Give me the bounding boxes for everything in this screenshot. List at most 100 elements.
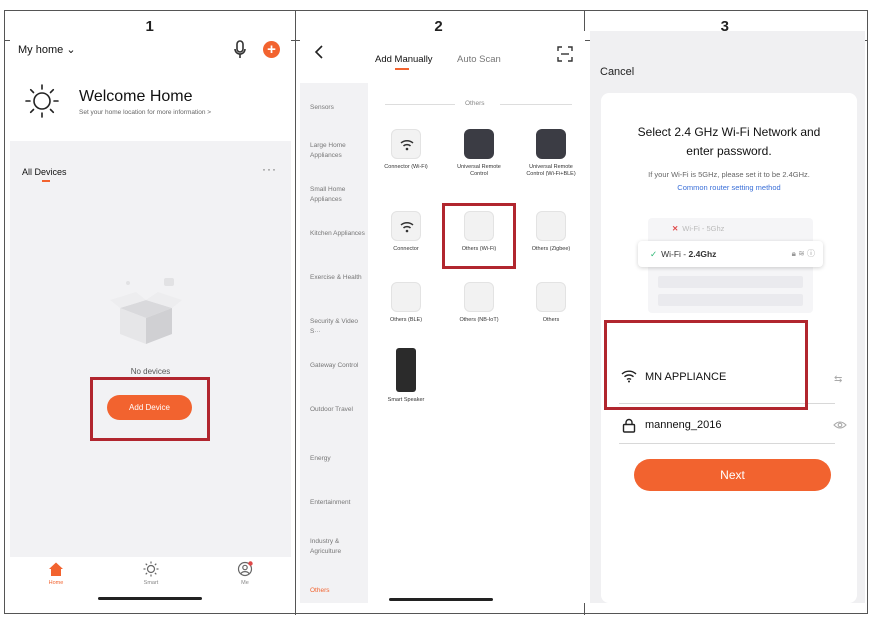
device-others[interactable]: Others xyxy=(521,282,581,324)
device-connector[interactable]: Connector xyxy=(376,211,436,253)
network-24g: ✓ Wi-Fi - 2.4Ghz xyxy=(650,249,716,260)
device-label: Others (NB-IoT) xyxy=(459,317,499,323)
device-label: Others xyxy=(542,317,560,323)
sidebar-item-others[interactable]: Others xyxy=(310,586,366,596)
device-others-nb-iot[interactable]: Others (NB-IoT) xyxy=(449,282,509,324)
sidebar-item-entertainment[interactable]: Entertainment xyxy=(310,498,366,508)
cross-icon: ✕ xyxy=(672,224,679,233)
sun-icon xyxy=(143,561,159,577)
home-indicator xyxy=(98,597,202,600)
device-tile-icon xyxy=(464,282,494,312)
network-5g: ✕ Wi-Fi - 5Ghz xyxy=(672,224,724,233)
frequency-note: If your Wi-Fi is 5GHz, please set it to … xyxy=(648,170,810,179)
wifi-icon xyxy=(391,129,421,159)
tab-label: Me xyxy=(241,580,249,586)
switch-network-icon[interactable]: ⇆ xyxy=(834,374,842,385)
device-tile-icon xyxy=(536,211,566,241)
sidebar-item-security-video[interactable]: Security & Video S··· xyxy=(310,317,366,337)
welcome-title: Welcome Home xyxy=(79,88,193,105)
device-universal-remote-wifi-ble[interactable]: Universal Remote Control (Wi-Fi+BLE) xyxy=(521,129,581,178)
divider xyxy=(385,104,455,105)
remote-icon xyxy=(464,129,494,159)
screen-home: My home ⌄ + Welcome Home Set your home l… xyxy=(10,31,291,603)
sidebar-item-kitchen-appliances[interactable]: Kitchen Appliances xyxy=(310,229,366,239)
network-24g-prefix: Wi-Fi - xyxy=(661,249,689,259)
add-icon[interactable]: + xyxy=(263,41,280,58)
highlight-box xyxy=(604,320,808,410)
speaker-icon xyxy=(396,348,416,392)
remote-icon xyxy=(536,129,566,159)
category-header: Others xyxy=(465,100,485,107)
highlight-box xyxy=(442,203,516,269)
active-tab-indicator xyxy=(42,180,50,182)
router-setting-link[interactable]: Common router setting method xyxy=(601,183,857,192)
device-tile-icon xyxy=(391,282,421,312)
tab-add-manually[interactable]: Add Manually xyxy=(375,54,433,65)
page-title: Select 2.4 GHz Wi-Fi Network and enter p… xyxy=(637,125,821,158)
wifi-band-illustration: ✕ Wi-Fi - 5Ghz ✓ Wi-Fi - 2.4Ghz 🔒︎ ≋ ⓘ xyxy=(638,218,823,313)
welcome-banner: Welcome Home Set your home location for … xyxy=(10,71,291,141)
device-label: Others (Zigbee) xyxy=(531,246,571,252)
next-button[interactable]: Next xyxy=(634,459,831,491)
device-universal-remote[interactable]: Universal Remote Control xyxy=(449,129,509,178)
password-field[interactable]: manneng_2016 xyxy=(645,419,721,431)
check-icon: ✓ xyxy=(650,249,658,259)
divider xyxy=(500,104,572,105)
microphone-icon[interactable] xyxy=(232,39,248,61)
eye-icon[interactable] xyxy=(833,420,847,430)
sidebar-item-industry-agriculture[interactable]: Industry & Agriculture xyxy=(310,537,366,557)
empty-box-illustration xyxy=(110,278,182,344)
sidebar-item-energy[interactable]: Energy xyxy=(310,454,366,464)
network-24g-card: ✓ Wi-Fi - 2.4Ghz 🔒︎ ≋ ⓘ xyxy=(638,241,823,267)
active-tab-indicator xyxy=(395,68,409,70)
device-others-zigbee[interactable]: Others (Zigbee) xyxy=(521,211,581,253)
ghost-row xyxy=(658,294,803,306)
tab-auto-scan[interactable]: Auto Scan xyxy=(457,54,501,65)
chevron-down-icon: ⌄ xyxy=(66,44,76,56)
tab-me[interactable]: Me xyxy=(225,561,265,586)
device-smart-speaker[interactable]: Smart Speaker xyxy=(376,348,436,404)
ghost-row xyxy=(658,276,803,288)
tab-home[interactable]: Home xyxy=(36,561,76,586)
sidebar-item-sensors[interactable]: Sensors xyxy=(310,103,366,113)
sidebar-item-outdoor-travel[interactable]: Outdoor Travel xyxy=(310,405,366,415)
sun-icon xyxy=(25,84,59,118)
category-sidebar: Sensors Large Home Appliances Small Home… xyxy=(300,83,368,603)
device-connector-wifi[interactable]: Connector (Wi-Fi) xyxy=(376,129,436,171)
tab-label: Smart xyxy=(143,580,159,586)
lock-icon xyxy=(622,418,636,433)
empty-state-text: No devices xyxy=(130,367,171,376)
profile-icon xyxy=(237,561,253,577)
device-label: Connector (Wi-Fi) xyxy=(384,164,428,170)
home-indicator xyxy=(389,598,493,601)
sidebar-item-small-home-appliances[interactable]: Small Home Appliances xyxy=(310,185,366,205)
device-tile-icon xyxy=(536,282,566,312)
set-location-link[interactable]: Set your home location for more informat… xyxy=(79,109,211,116)
device-label: Connector xyxy=(393,246,419,252)
more-icon[interactable]: ··· xyxy=(262,162,277,176)
tab-smart[interactable]: Smart xyxy=(131,561,171,586)
cancel-button[interactable]: Cancel xyxy=(600,66,634,78)
home-label: My home xyxy=(18,44,64,56)
device-label: Universal Remote Control xyxy=(457,164,501,177)
sidebar-item-gateway-control[interactable]: Gateway Control xyxy=(310,361,366,371)
network-status-icons: 🔒︎ ≋ ⓘ xyxy=(791,249,815,258)
divider xyxy=(619,443,835,444)
device-label: Universal Remote Control (Wi-Fi+BLE) xyxy=(526,164,576,177)
back-arrow-icon[interactable] xyxy=(314,45,324,59)
network-24g-band: 2.4Ghz xyxy=(688,249,717,259)
tab-all-devices[interactable]: All Devices xyxy=(22,167,67,177)
wifi-icon xyxy=(391,211,421,241)
screen-wifi-setup: Cancel Select 2.4 GHz Wi-Fi Network and … xyxy=(590,31,865,603)
home-selector[interactable]: My home ⌄ xyxy=(18,43,76,56)
network-5g-label: Wi-Fi - 5Ghz xyxy=(682,224,725,233)
device-others-ble[interactable]: Others (BLE) xyxy=(376,282,436,324)
device-label: Smart Speaker xyxy=(387,397,425,403)
sidebar-item-exercise-health[interactable]: Exercise & Health xyxy=(310,273,366,283)
top-bar: My home ⌄ + xyxy=(10,31,291,71)
screen-add-device: Add Manually Auto Scan Sensors Large Hom… xyxy=(300,31,585,603)
home-icon xyxy=(49,562,63,576)
sidebar-item-large-home-appliances[interactable]: Large Home Appliances xyxy=(310,141,366,161)
column-divider xyxy=(295,11,296,615)
scan-icon[interactable] xyxy=(557,46,573,62)
